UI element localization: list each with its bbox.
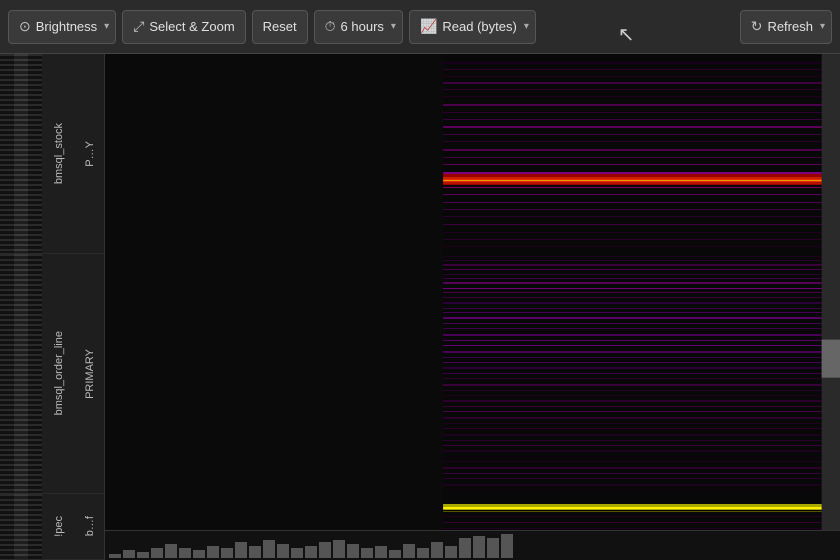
label-cell-3a: !pec bbox=[42, 494, 76, 559]
timeline-bar bbox=[361, 548, 373, 558]
timeline-bar bbox=[431, 542, 443, 558]
label-cell-1a: bmsql_stock bbox=[42, 54, 76, 253]
stripe-3a bbox=[0, 494, 14, 559]
timeline-bar bbox=[277, 544, 289, 558]
refresh-arrow-icon: ▾ bbox=[820, 21, 825, 32]
timeline-bar bbox=[291, 548, 303, 558]
timeline-bar bbox=[445, 546, 457, 558]
label-row-3: !pec b…f bbox=[0, 494, 104, 560]
select-zoom-label: Select & Zoom bbox=[149, 19, 234, 34]
timeline-bar bbox=[417, 548, 429, 558]
timeline-bar bbox=[221, 548, 233, 558]
timeline-bar bbox=[263, 540, 275, 558]
read-bytes-arrow-icon: ▾ bbox=[524, 21, 529, 32]
stripe-1c bbox=[28, 54, 42, 253]
heatmap-svg bbox=[105, 54, 840, 530]
timeline-bar bbox=[165, 544, 177, 558]
label-row-2: bmsql_order_line PRIMARY bbox=[0, 254, 104, 494]
read-bytes-button[interactable]: 📈 Read (bytes) ▾ bbox=[409, 10, 536, 44]
brightness-button[interactable]: ⊙ Brightness ▾ bbox=[8, 10, 116, 44]
stripe-2c bbox=[28, 254, 42, 493]
refresh-button[interactable]: ↻ Refresh ▾ bbox=[740, 10, 832, 44]
timeline-bar bbox=[319, 542, 331, 558]
row2-sub: PRIMARY bbox=[82, 345, 98, 403]
timeline bbox=[105, 530, 840, 560]
brightness-icon: ⊙ bbox=[19, 18, 31, 35]
stripe-3c bbox=[28, 494, 42, 559]
stripe-2b bbox=[14, 254, 28, 493]
hours-arrow-icon: ▾ bbox=[391, 21, 396, 32]
timeline-bar bbox=[305, 546, 317, 558]
label-cell-1b: P…Y bbox=[76, 54, 104, 253]
main-area: bmsql_stock P…Y bmsql_order_line PRIMARY bbox=[0, 54, 840, 560]
stripe-1a bbox=[0, 54, 14, 253]
label-row-1: bmsql_stock P…Y bbox=[0, 54, 104, 254]
label-cell-3b: b…f bbox=[76, 494, 104, 559]
timeline-bar bbox=[235, 542, 247, 558]
row2-name: bmsql_order_line bbox=[51, 327, 67, 419]
timeline-bar bbox=[501, 534, 513, 558]
stripe-1b bbox=[14, 54, 28, 253]
label-cell-2b: PRIMARY bbox=[76, 254, 104, 493]
timeline-bar bbox=[389, 550, 401, 558]
clock-icon: ⏱ bbox=[325, 18, 336, 35]
cursor-icon: ↖ bbox=[618, 22, 635, 47]
row3-name: !pec bbox=[51, 512, 67, 541]
timeline-bar bbox=[249, 546, 261, 558]
timeline-bar bbox=[137, 552, 149, 558]
hours-label: 6 hours bbox=[341, 19, 384, 34]
timeline-bar bbox=[109, 554, 121, 558]
timeline-bar bbox=[123, 550, 135, 558]
timeline-bar bbox=[487, 538, 499, 558]
refresh-icon: ↻ bbox=[751, 18, 763, 35]
hours-button[interactable]: ⏱ 6 hours ▾ bbox=[314, 10, 403, 44]
timeline-bar bbox=[347, 544, 359, 558]
chart-area[interactable] bbox=[105, 54, 840, 560]
refresh-label: Refresh bbox=[767, 19, 813, 34]
timeline-bar bbox=[179, 548, 191, 558]
timeline-bar bbox=[333, 540, 345, 558]
reset-label: Reset bbox=[263, 19, 297, 34]
timeline-bar bbox=[403, 544, 415, 558]
timeline-bar bbox=[473, 536, 485, 558]
reset-button[interactable]: Reset bbox=[252, 10, 308, 44]
select-zoom-button[interactable]: ⤢ Select & Zoom bbox=[122, 10, 245, 44]
timeline-bar bbox=[151, 548, 163, 558]
labels-panel: bmsql_stock P…Y bmsql_order_line PRIMARY bbox=[0, 54, 105, 560]
toolbar: ⊙ Brightness ▾ ⤢ Select & Zoom Reset ⏱ 6… bbox=[0, 0, 840, 54]
stripe-2a bbox=[0, 254, 14, 493]
row1-sub: P…Y bbox=[82, 137, 98, 171]
timeline-bar bbox=[193, 550, 205, 558]
timeline-bar bbox=[459, 538, 471, 558]
read-bytes-label: Read (bytes) bbox=[442, 19, 516, 34]
brightness-label: Brightness bbox=[36, 19, 97, 34]
select-zoom-icon: ⤢ bbox=[133, 18, 144, 35]
cursor-area: ↖ bbox=[542, 0, 734, 54]
row1-name: bmsql_stock bbox=[51, 119, 67, 188]
stripe-3b bbox=[14, 494, 28, 559]
row3-sub: b…f bbox=[82, 512, 98, 540]
timeline-bar bbox=[207, 546, 219, 558]
timeline-bar bbox=[375, 546, 387, 558]
label-cell-2a: bmsql_order_line bbox=[42, 254, 76, 493]
chart-icon: 📈 bbox=[420, 18, 437, 35]
brightness-arrow-icon: ▾ bbox=[104, 21, 109, 32]
